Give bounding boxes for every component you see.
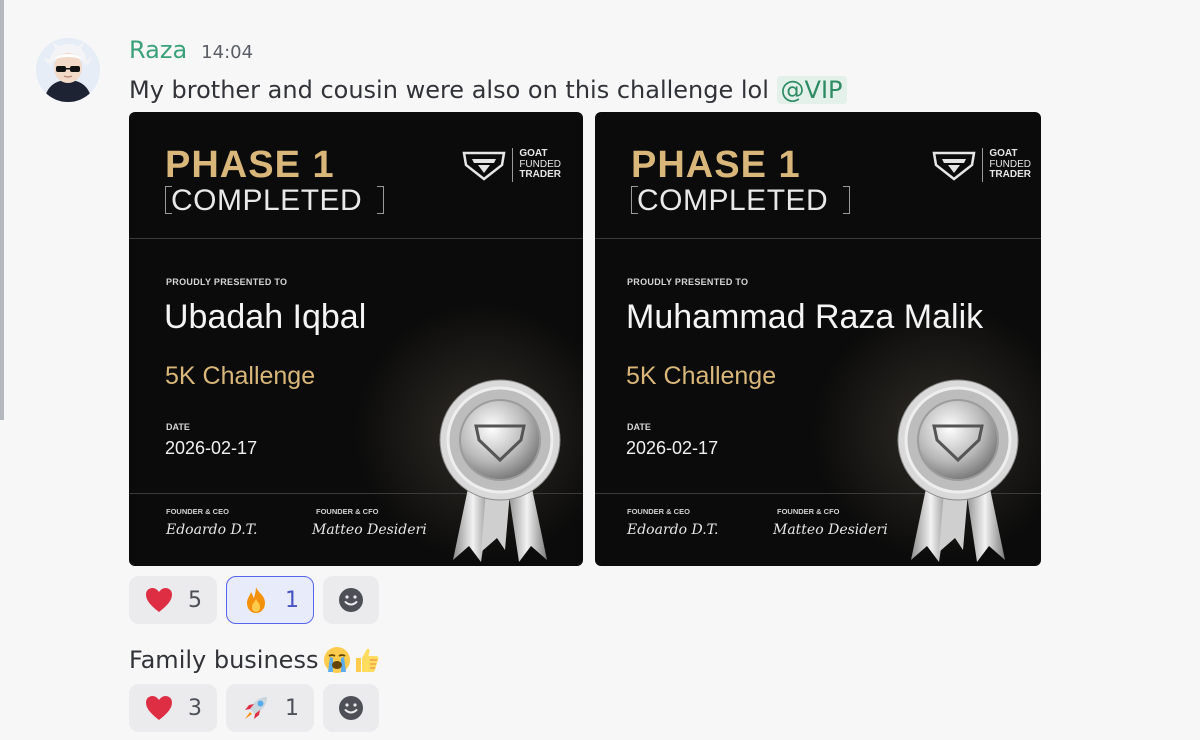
role-mention[interactable]: @VIP — [776, 76, 847, 104]
heart-icon — [146, 588, 172, 612]
reactions-bar: 5 1 — [129, 576, 379, 624]
fire-icon — [247, 587, 265, 613]
gft-logo-icon — [932, 151, 976, 181]
smiley-icon — [339, 696, 363, 720]
brand-line: TRADER — [989, 169, 1031, 181]
username[interactable]: Raza — [129, 36, 187, 64]
brand-line: TRADER — [519, 169, 561, 181]
ceo-signature: Edoardo D.T. — [166, 522, 258, 538]
certificate-image[interactable]: PHASE 1 COMPLETED GOAT FUNDED TRADER PRO… — [595, 112, 1041, 566]
bracket-right — [843, 186, 850, 214]
smiley-icon — [339, 588, 363, 612]
gft-logo-icon — [462, 151, 506, 181]
reaction-rocket[interactable]: 1 — [226, 684, 314, 732]
avatar-image — [36, 38, 100, 102]
brand-text: GOAT FUNDED TRADER — [519, 149, 561, 181]
certificate-image[interactable]: PHASE 1 COMPLETED GOAT FUNDED TRADER PRO… — [129, 112, 583, 566]
reactions-bar: 3 1 — [129, 684, 379, 732]
brand-text: GOAT FUNDED TRADER — [989, 149, 1031, 181]
add-reaction-button[interactable] — [323, 684, 379, 732]
brand-separator — [982, 148, 984, 182]
cfo-signature: Matteo Desideri — [312, 522, 427, 538]
date-label: DATE — [166, 422, 190, 432]
message-body: Family business — [129, 646, 319, 674]
reaction-count: 5 — [188, 587, 202, 613]
cfo-signature: Matteo Desideri — [773, 522, 888, 538]
reaction-fire[interactable]: 1 — [226, 576, 314, 624]
ceo-role: FOUNDER & CEO — [166, 507, 229, 516]
ceo-role: FOUNDER & CEO — [627, 507, 690, 516]
heart-icon — [146, 696, 172, 720]
scrollbar[interactable] — [0, 0, 4, 420]
presented-label: PROUDLY PRESENTED TO — [627, 277, 749, 287]
ceo-signature: Edoardo D.T. — [627, 522, 719, 538]
loudly-crying-face-icon — [324, 647, 351, 673]
recipient-name: Ubadah Iqbal — [164, 298, 367, 336]
presented-label: PROUDLY PRESENTED TO — [166, 277, 288, 287]
avatar[interactable] — [36, 38, 100, 102]
reaction-heart[interactable]: 5 — [129, 576, 217, 624]
add-reaction-button[interactable] — [323, 576, 379, 624]
reaction-count: 1 — [285, 695, 299, 721]
cfo-role: FOUNDER & CFO — [316, 507, 379, 516]
message-body: My brother and cousin were also on this … — [129, 76, 769, 104]
bracket-right — [377, 186, 384, 214]
rocket-icon — [245, 697, 267, 719]
divider — [595, 238, 1041, 239]
completed-title: COMPLETED — [171, 184, 363, 217]
date-label: DATE — [627, 422, 651, 432]
brand-separator — [512, 148, 514, 182]
brand-logo: GOAT FUNDED TRADER — [932, 148, 1031, 182]
message-header: Raza 14:04 — [129, 36, 253, 70]
reaction-count: 3 — [188, 695, 202, 721]
reaction-heart[interactable]: 3 — [129, 684, 217, 732]
reaction-count: 1 — [285, 587, 299, 613]
thumbs-up-icon — [356, 648, 379, 672]
date-value: 2026-02-17 — [165, 438, 258, 458]
phase-title: PHASE 1 — [631, 144, 801, 186]
rosette-icon — [439, 379, 561, 562]
divider — [129, 238, 583, 239]
date-value: 2026-02-17 — [626, 438, 719, 458]
timestamp: 14:04 — [201, 42, 254, 63]
phase-title: PHASE 1 — [165, 144, 335, 186]
cfo-role: FOUNDER & CFO — [777, 507, 840, 516]
challenge-name: 5K Challenge — [626, 362, 777, 390]
brand-logo: GOAT FUNDED TRADER — [462, 148, 561, 182]
completed-title: COMPLETED — [637, 184, 829, 217]
rosette-icon — [897, 379, 1019, 562]
message-text: Family business — [129, 640, 382, 680]
message-text: My brother and cousin were also on this … — [129, 70, 847, 110]
recipient-name: Muhammad Raza Malik — [626, 298, 984, 336]
chat-view: Raza 14:04 My brother and cousin were al… — [0, 0, 1200, 740]
challenge-name: 5K Challenge — [165, 362, 316, 390]
